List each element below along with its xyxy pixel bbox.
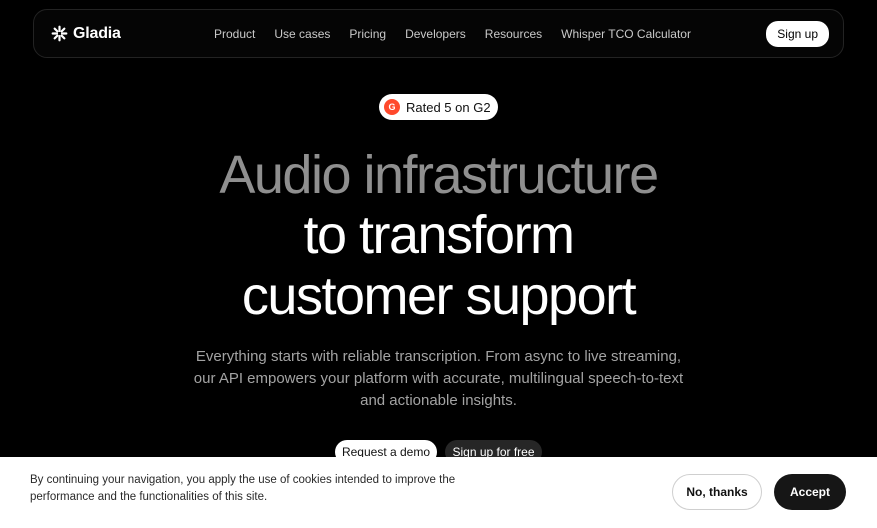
gladia-logo[interactable]: Gladia [51,25,121,43]
hero-subtitle-line-1: Everything starts with reliable transcri… [195,348,682,365]
nav-links: Product Use cases Pricing Developers Res… [214,27,710,41]
nav-link-whisper-tco-calculator[interactable]: Whisper TCO Calculator [561,27,691,41]
logo-text: Gladia [73,24,121,42]
badge-label: Rated 5 on G2 [406,99,491,115]
g2-rating-badge[interactable]: G Rated 5 on G2 [379,94,498,120]
signup-button[interactable]: Sign up [766,20,829,47]
nav-link-developers[interactable]: Developers [405,27,466,41]
nav-link-pricing[interactable]: Pricing [349,27,386,41]
nav-link-product[interactable]: Product [214,27,255,41]
top-navbar: Gladia Product Use cases Pricing Develop… [33,9,844,58]
nav-link-resources[interactable]: Resources [485,27,542,41]
g2-icon: G [384,99,400,115]
cookie-notice-text: By continuing your navigation, you apply… [30,474,456,503]
hero-subtitle-line-3: and actionable insights. [360,392,517,409]
cookie-banner: By continuing your navigation, you apply… [0,457,877,528]
hero-title-line-3: customer support [241,266,637,326]
gladia-logo-icon [51,25,68,42]
hero-title-line-1: Audio infrastructure [219,145,659,205]
nav-link-use-cases[interactable]: Use cases [274,27,330,41]
decline-cookies-button[interactable]: No, thanks [672,474,762,510]
accept-cookies-button[interactable]: Accept [774,474,846,510]
hero-subtitle-line-2: our API empowers your platform with accu… [193,370,684,387]
hero-title-line-2: to transform [303,205,575,265]
